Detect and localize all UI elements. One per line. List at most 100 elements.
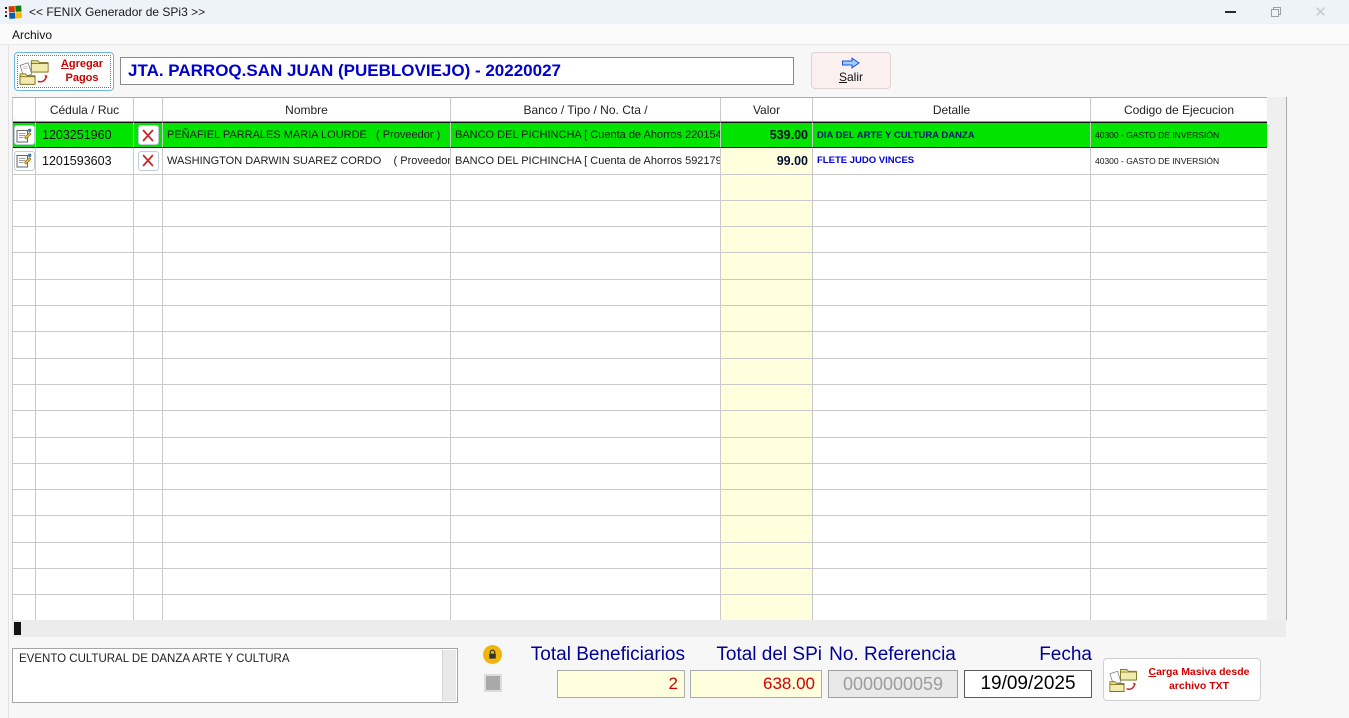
total-spi-label: Total del SPi	[716, 644, 822, 665]
detalle-cell	[813, 306, 1091, 333]
table-vertical-scrollbar[interactable]	[1267, 97, 1287, 620]
codigo-cell	[1091, 358, 1267, 385]
codigo-cell	[1091, 174, 1267, 201]
nombre-cell	[163, 463, 451, 491]
detalle-cell	[813, 227, 1091, 254]
valor-cell	[721, 279, 813, 307]
nombre-cell	[163, 279, 451, 307]
delete-cell	[134, 542, 163, 570]
entity-title-input[interactable]	[120, 57, 794, 85]
codigo-cell: 40300 - GASTO DE INVERSIÓN	[1091, 148, 1267, 175]
nombre-cell	[163, 542, 451, 570]
edit-cell	[13, 306, 36, 333]
cedula-cell	[36, 516, 134, 543]
table-row[interactable]: 1203251960 PEÑAFIEL PARRALES MARIA LOURD…	[13, 122, 1267, 149]
table-row-empty	[13, 332, 1267, 359]
header-edit-col	[13, 98, 36, 121]
detalle-cell	[813, 332, 1091, 359]
header-banco: Banco / Tipo / No. Cta /	[451, 98, 721, 121]
banco-cell	[451, 437, 721, 464]
restore-button[interactable]	[1253, 0, 1298, 24]
window-controls: ✕	[1208, 0, 1343, 24]
salir-button[interactable]: Salir	[811, 52, 891, 89]
edit-row-button[interactable]	[13, 125, 35, 146]
delete-cell[interactable]	[134, 122, 163, 149]
banco-cell	[451, 595, 721, 620]
delete-row-button[interactable]	[137, 150, 159, 171]
nombre-cell	[163, 200, 451, 228]
valor-cell: 539.00	[721, 122, 813, 149]
table-row-empty	[13, 411, 1267, 438]
valor-cell	[721, 200, 813, 228]
edit-cell[interactable]	[13, 148, 36, 175]
cedula-cell	[36, 227, 134, 254]
edit-cell	[13, 200, 36, 228]
detalle-cell	[813, 384, 1091, 412]
nombre-cell	[163, 227, 451, 254]
cedula-cell	[36, 332, 134, 359]
gray-square-button[interactable]	[484, 674, 502, 692]
header-codigo: Codigo de Ejecucion	[1091, 98, 1268, 121]
edit-cell	[13, 279, 36, 307]
delete-cell[interactable]	[134, 148, 163, 175]
codigo-cell	[1091, 200, 1267, 228]
codigo-cell	[1091, 542, 1267, 570]
delete-cell	[134, 253, 163, 280]
header-delete-col	[134, 98, 163, 121]
edit-cell[interactable]	[13, 122, 36, 149]
valor-cell	[721, 542, 813, 570]
edit-form-icon	[16, 128, 32, 143]
agregar-pagos-button[interactable]: Agregar Pagos	[14, 52, 114, 91]
detalle-cell	[813, 490, 1091, 517]
valor-cell	[721, 174, 813, 201]
nombre-cell: PEÑAFIEL PARRALES MARIA LOURDE ( Proveed…	[163, 122, 451, 149]
table-horizontal-scrollbar[interactable]	[12, 620, 1286, 637]
codigo-cell	[1091, 595, 1267, 620]
codigo-cell	[1091, 279, 1267, 307]
cedula-cell: 1203251960	[36, 122, 134, 149]
detalle-cell	[813, 358, 1091, 385]
edit-row-button[interactable]	[13, 150, 35, 171]
nombre-cell	[163, 569, 451, 596]
delete-cell	[134, 595, 163, 620]
header-detalle: Detalle	[813, 98, 1091, 121]
horizontal-scrollbar-thumb[interactable]	[14, 622, 21, 635]
delete-cell	[134, 516, 163, 543]
edit-cell	[13, 463, 36, 491]
valor-cell	[721, 463, 813, 491]
delete-row-button[interactable]	[137, 125, 159, 146]
delete-cell	[134, 437, 163, 464]
detalle-text: EVENTO CULTURAL DE DANZA ARTE Y CULTURA	[19, 653, 290, 665]
detalle-cell	[813, 411, 1091, 438]
banco-cell	[451, 542, 721, 570]
delete-cell	[134, 411, 163, 438]
minimize-icon	[1225, 11, 1236, 13]
valor-cell	[721, 306, 813, 333]
edit-form-icon	[16, 154, 32, 168]
banco-cell	[451, 569, 721, 596]
carga-masiva-button[interactable]: Carga Masiva desde archivo TXT	[1103, 658, 1261, 701]
header-cedula: Cédula / Ruc	[36, 98, 134, 121]
cedula-cell	[36, 411, 134, 438]
detalle-scrollbar[interactable]	[442, 650, 456, 701]
cedula-cell	[36, 569, 134, 596]
close-button[interactable]: ✕	[1298, 0, 1343, 24]
nombre-cell	[163, 253, 451, 280]
detalle-cell	[813, 595, 1091, 620]
cedula-cell	[36, 253, 134, 280]
carga-masiva-label: Carga Masiva desde archivo TXT	[1148, 665, 1250, 692]
menu-archivo[interactable]: Archivo	[6, 25, 58, 45]
detalle-textarea[interactable]: EVENTO CULTURAL DE DANZA ARTE Y CULTURA	[12, 648, 458, 703]
codigo-cell	[1091, 437, 1267, 464]
table-row[interactable]: 1201593603 WASHINGTON DARWIN SUAREZ CORD…	[13, 148, 1267, 175]
detalle-cell: DIA DEL ARTE Y CULTURA DANZA	[813, 122, 1091, 149]
fecha-value[interactable]: 19/09/2025	[964, 670, 1092, 698]
table-row-empty	[13, 516, 1267, 543]
valor-cell	[721, 358, 813, 385]
codigo-cell	[1091, 569, 1267, 596]
nombre-cell: WASHINGTON DARWIN SUAREZ CORDO ( Proveed…	[163, 148, 451, 175]
detalle-cell	[813, 200, 1091, 228]
minimize-button[interactable]	[1208, 0, 1253, 24]
detalle-cell	[813, 279, 1091, 307]
detalle-cell	[813, 174, 1091, 201]
